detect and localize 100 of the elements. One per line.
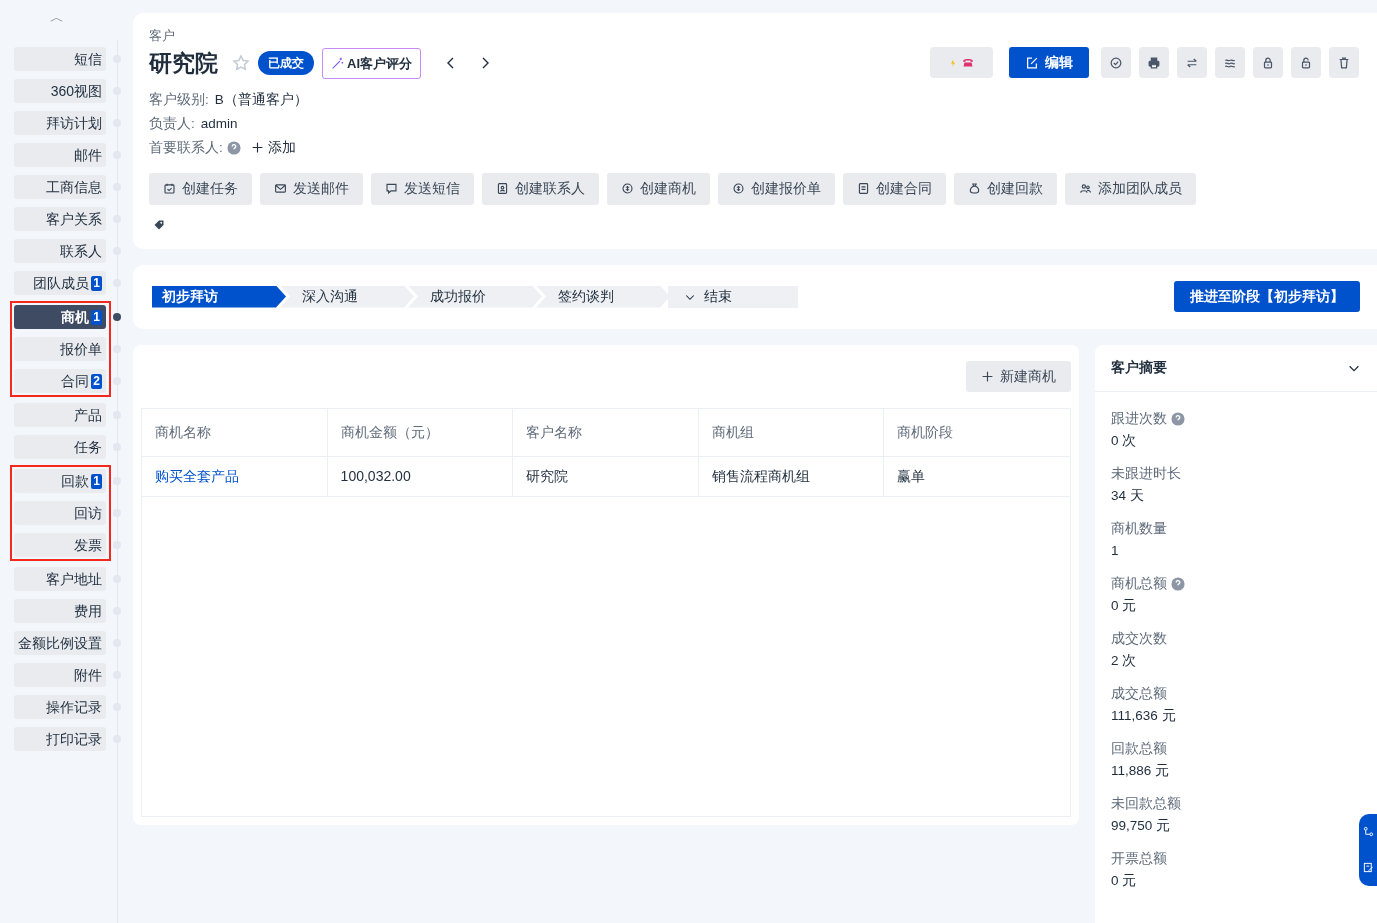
sidebar-item[interactable]: 拜访计划 [14,111,106,135]
sidebar-item[interactable]: 附件 [14,663,106,687]
summary-value: 0 次 [1111,431,1138,450]
sidebar-item[interactable]: 任务 [14,435,106,459]
sidebar-item[interactable]: 短信 [14,47,106,71]
mail-icon [274,182,287,195]
sidebar-item[interactable]: 合同 2 [14,369,106,393]
advance-stage-button[interactable]: 推进至阶段【初步拜访】 [1174,281,1360,312]
action-button[interactable]: 创建任务 [149,172,252,205]
column-header: 商机组 [698,408,885,456]
note-edit-icon [1362,862,1374,873]
summary-value: 34 天 [1111,486,1145,505]
field-value: B（普通客户） [214,90,308,109]
printer-button[interactable] [1139,47,1169,78]
field-value: admin [200,114,238,133]
summary-value: 1 [1111,541,1120,560]
coin-icon [621,182,634,195]
action-button[interactable]: 创建联系人 [482,172,599,205]
page-title: 研究院 [149,49,218,78]
action-button[interactable]: 添加团队成员 [1065,172,1196,205]
sidebar-item[interactable]: 回款 1 [14,469,106,493]
sidebar-item[interactable]: 费用 [14,599,106,623]
sidebar-item[interactable]: 发票 [14,533,106,557]
summary-label: 商机总额 [1111,574,1167,593]
action-button[interactable]: 创建合同 [843,172,946,205]
count-badge: 1 [91,309,102,325]
plus-icon [981,369,994,383]
sidebar-item[interactable]: 操作记录 [14,695,106,719]
help-icon [1171,576,1185,591]
sidebar-item[interactable]: 工商信息 [14,175,106,199]
summary-value: 0 元 [1111,871,1138,890]
stage-step[interactable]: 初步拜访 [152,285,286,308]
network-icon [1362,826,1374,837]
table-cell-text: 赢单 [897,466,926,486]
document-icon [857,182,870,195]
help-icon [226,140,241,155]
new-opportunity-button[interactable]: 新建商机 [966,360,1071,392]
table-cell-text: 研究院 [526,466,569,486]
column-header: 商机名称 [142,408,328,456]
summary-value: 2 次 [1111,651,1138,670]
edit-button[interactable]: 编辑 [1009,47,1089,78]
summary-value: 0 元 [1111,596,1138,615]
coin-icon [732,182,745,195]
sidebar-item[interactable]: 联系人 [14,239,106,263]
trash-button[interactable] [1329,47,1359,78]
table-cell-text: 100,032.00 [340,466,411,486]
action-button[interactable]: 创建报价单 [718,172,835,205]
summary-label: 成交次数 [1111,629,1167,648]
action-button[interactable]: 发送邮件 [260,172,363,205]
opportunity-link[interactable]: 购买全套产品 [155,465,239,487]
tag-icon [153,218,165,231]
stage-step[interactable]: 深入沟通 [280,285,414,308]
summary-value: 99,750 元 [1111,816,1172,835]
lock-button[interactable] [1253,47,1283,78]
add-contact-button[interactable]: 添加 [250,138,296,157]
column-header: 客户名称 [513,408,699,456]
sidebar-item[interactable]: 金额比例设置 [14,631,106,655]
field-label: 首要联系人: [149,138,223,157]
summary-label: 成交总额 [1111,684,1167,703]
sidebar-item[interactable]: 商机 1 [14,305,106,329]
sidebar-item[interactable]: 客户地址 [14,567,106,591]
table-cell-text: 销售流程商机组 [711,466,810,486]
sidebar-item[interactable]: 报价单 [14,337,106,361]
ai-score-button[interactable]: AI客户评分 [322,47,421,79]
edit-icon [1025,55,1039,70]
action-button[interactable]: 创建商机 [607,172,710,205]
summary-label: 未跟进时长 [1111,464,1181,483]
stage-step[interactable]: 结束 [668,285,798,308]
summary-header[interactable]: 客户摘要 [1095,344,1377,392]
sidebar-item[interactable]: 回访 [14,501,106,525]
field-label: 负责人: [149,114,195,133]
sidebar-item[interactable]: 360视图 [14,79,106,103]
sidebar-item[interactable]: 客户关系 [14,207,106,231]
stage-step[interactable]: 成功报价 [408,285,542,308]
check-circle-button[interactable] [1101,47,1131,78]
plus-icon [250,141,264,154]
column-header: 商机阶段 [896,422,955,442]
stage-step[interactable]: 签约谈判 [536,285,670,308]
field-label: 客户级别: [149,90,209,109]
summary-label: 未回款总额 [1111,794,1181,813]
sidebar-item[interactable]: 邮件 [14,143,106,167]
unlock-button[interactable] [1291,47,1321,78]
sidebar-item[interactable]: 打印记录 [14,727,106,751]
unlock-icon [1299,55,1313,70]
swap-arrows-button[interactable] [1177,47,1207,78]
contact-card-icon [496,182,509,195]
wave-lines-button[interactable] [1215,47,1245,78]
sidebar-item[interactable]: 团队成员 1 [14,271,106,295]
action-button[interactable]: 创建回款 [954,172,1057,205]
breadcrumb: 客户 [149,27,176,45]
summary-value: 11,886 元 [1111,761,1171,780]
telephone-icon [960,56,975,69]
help-icon [1171,411,1185,426]
trash-icon [1337,55,1351,70]
sidebar-item[interactable]: 产品 [14,403,106,427]
action-button[interactable]: 发送短信 [371,172,474,205]
check-circle-icon [1109,55,1123,70]
summary-label: 商机数量 [1111,519,1167,538]
summary-value: 111,636 元 [1111,706,1177,725]
lock-icon [1261,55,1275,70]
